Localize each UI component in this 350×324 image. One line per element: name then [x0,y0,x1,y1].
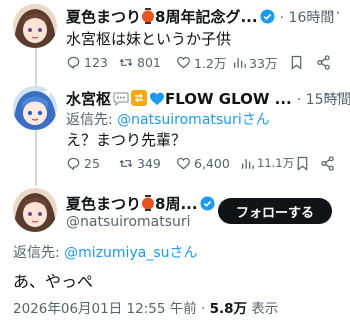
display-name-suffix[interactable]: FLOW GLOW ... [165,90,292,108]
views-icon [233,58,246,68]
tweet-timestamp: 2026年06月01日 12:55 午前 · 5.8万 表示 [13,297,278,317]
verified-icon [200,196,215,215]
heart-icon [177,56,190,69]
reply-context: 返信先: @mizumiya_suさん [13,245,198,261]
retweet-icon [119,159,133,167]
reply-icon [67,157,80,170]
display-name[interactable]: 水宮枢 [66,90,111,108]
reply-count: 123 [84,55,108,70]
repeat-icon [131,90,148,110]
timestamp-text[interactable]: 2026年06月01日 12:55 午前 · [13,301,210,317]
user-handle[interactable]: @natsuiromatsuri [66,214,191,230]
reply-context: 返信先: @natsuiromatsuriさん [66,112,270,128]
display-name[interactable]: 夏色まつり [66,195,141,213]
tweet-text: 水宮枢は妹というか子供 [66,30,232,48]
tweet-text: え？まつり先輩？ [66,131,187,149]
reply-button[interactable]: 123 [66,55,118,70]
views-icon [241,158,254,169]
views-count: 11.1万 [257,156,295,170]
verified-icon [260,9,275,28]
speech-bubble-icon [113,91,129,110]
like-count: 1.2万 [194,56,227,71]
retweet-icon [119,58,133,67]
lantern-icon [141,8,155,28]
heart-icon [177,157,190,169]
more-options-icon[interactable]: ··· [324,86,341,104]
follow-button[interactable]: フォローする [218,198,332,224]
reply-icon [67,56,80,70]
bookmark-button[interactable] [290,55,316,70]
tweet-actions: 123 801 1.2万 33万 [66,53,342,72]
share-icon [321,155,334,171]
bookmark-icon [297,156,308,171]
views-count: 5.8万 [209,301,247,317]
views-button[interactable]: 11.1万 [240,155,296,171]
blue-heart-icon [149,91,165,110]
bookmark-button[interactable] [296,156,320,171]
retweet-count: 801 [137,55,161,70]
retweet-button[interactable]: 349 [118,156,176,171]
share-icon [317,55,330,70]
more-options-icon[interactable]: ··· [324,4,341,22]
avatar[interactable] [13,4,57,48]
retweet-count: 349 [137,155,161,171]
like-button[interactable]: 6,400 [176,156,240,171]
reply-count: 25 [84,155,100,171]
retweet-button[interactable]: 801 [118,55,176,70]
reply-mention-link[interactable]: @mizumiya_su [64,245,169,261]
like-button[interactable]: 1.2万 [176,53,232,72]
thread-line [35,128,37,186]
share-button[interactable] [320,155,335,171]
display-name-suffix[interactable]: 8周... [155,195,198,213]
lantern-icon [141,195,155,215]
thread-line [35,48,37,86]
reply-mention-link[interactable]: @natsuiromatsuri [117,112,242,128]
share-button[interactable] [316,55,331,70]
like-count: 6,400 [194,155,230,171]
avatar[interactable] [13,188,57,232]
avatar[interactable] [13,86,57,130]
bookmark-icon [291,55,302,70]
tweet-text: あ、やっぺ [13,272,94,291]
display-name[interactable]: 夏色まつり [66,8,141,26]
tweet-actions: 25 349 6,400 11.1万 [66,155,342,171]
views-label: 表示 [247,301,279,317]
display-name-suffix[interactable]: 8周年記念グ... [155,8,258,26]
views-button[interactable]: 33万 [232,53,290,72]
views-count: 33万 [249,56,278,71]
reply-button[interactable]: 25 [66,156,118,171]
